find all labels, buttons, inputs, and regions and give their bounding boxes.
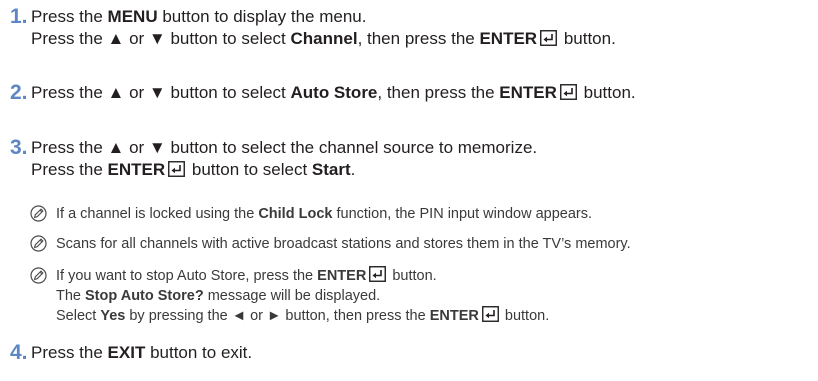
step-number: 1. <box>10 5 28 28</box>
text-segment: button. <box>388 268 437 284</box>
note-pencil-icon <box>30 267 47 284</box>
bold-term: ENTER <box>429 308 479 324</box>
text-segment: function, the PIN input window appears. <box>332 206 592 222</box>
text-segment: Press the <box>31 343 108 362</box>
bold-term: Yes <box>100 308 126 324</box>
bold-term: Start <box>311 160 351 179</box>
step-line: Press the ▲ or ▼ button to select the ch… <box>31 137 537 159</box>
step-number: 2. <box>10 81 28 104</box>
enter-icon <box>369 266 387 282</box>
step-number: 3. <box>10 136 28 159</box>
step-number: 4. <box>10 341 28 364</box>
text-segment: button. <box>578 83 636 102</box>
enter-icon <box>481 306 499 322</box>
bold-term: MENU <box>107 7 158 26</box>
enter-icon <box>559 84 577 100</box>
text-segment: by pressing the ◄ or ► button, then pres… <box>125 308 430 324</box>
text-segment: Press the <box>31 7 108 26</box>
text-segment: button to select <box>187 160 312 179</box>
text-segment: button. <box>559 29 616 48</box>
text-segment: button to exit. <box>145 343 253 362</box>
step-line: Press the MENU button to display the men… <box>31 6 366 28</box>
text-segment: If a channel is locked using the <box>56 206 259 222</box>
bold-term: Child Lock <box>258 206 333 222</box>
text-segment: Press the ▲ or ▼ button to select <box>31 83 291 102</box>
note-line: Scans for all channels with active broad… <box>56 234 631 254</box>
text-segment: If you want to stop Auto Store, press th… <box>56 268 318 284</box>
bold-term: ENTER <box>107 160 166 179</box>
bold-term: ENTER <box>317 268 367 284</box>
step-line: Press the ▲ or ▼ button to select Auto S… <box>31 82 636 104</box>
note-line: If a channel is locked using the Child L… <box>56 204 592 224</box>
text-segment: Select <box>56 308 101 324</box>
bold-term: ENTER <box>479 29 538 48</box>
note-pencil-icon <box>30 205 47 222</box>
enter-icon <box>168 161 186 177</box>
text-segment: button to display the menu. <box>157 7 367 26</box>
step-line: Press the ENTER button to select Start. <box>31 159 355 181</box>
bold-term: Auto Store <box>290 83 378 102</box>
bold-term: EXIT <box>107 343 146 362</box>
text-segment: . <box>350 160 356 179</box>
text-segment: Scans for all channels with active broad… <box>56 236 631 252</box>
text-segment: button. <box>500 308 550 324</box>
bold-term: Stop Auto Store? <box>85 288 204 304</box>
note-pencil-icon <box>30 235 47 252</box>
text-segment: The <box>56 288 86 304</box>
text-segment: Press the <box>31 160 108 179</box>
text-segment: , then press the <box>357 29 480 48</box>
text-segment: message will be displayed. <box>203 288 381 304</box>
step-line: Press the EXIT button to exit. <box>31 342 252 364</box>
bold-term: Channel <box>290 29 358 48</box>
text-segment: Press the ▲ or ▼ button to select the ch… <box>31 138 538 157</box>
step-line: Press the ▲ or ▼ button to select Channe… <box>31 28 616 50</box>
text-segment: Press the ▲ or ▼ button to select <box>31 29 291 48</box>
note-line: The Stop Auto Store? message will be dis… <box>56 286 380 306</box>
instruction-page: 1. Press the MENU button to display the … <box>0 0 818 381</box>
bold-term: ENTER <box>499 83 557 102</box>
text-segment: , then press the <box>377 83 500 102</box>
enter-icon <box>540 30 558 46</box>
note-line: Select Yes by pressing the ◄ or ► button… <box>56 306 549 326</box>
note-line: If you want to stop Auto Store, press th… <box>56 266 437 286</box>
